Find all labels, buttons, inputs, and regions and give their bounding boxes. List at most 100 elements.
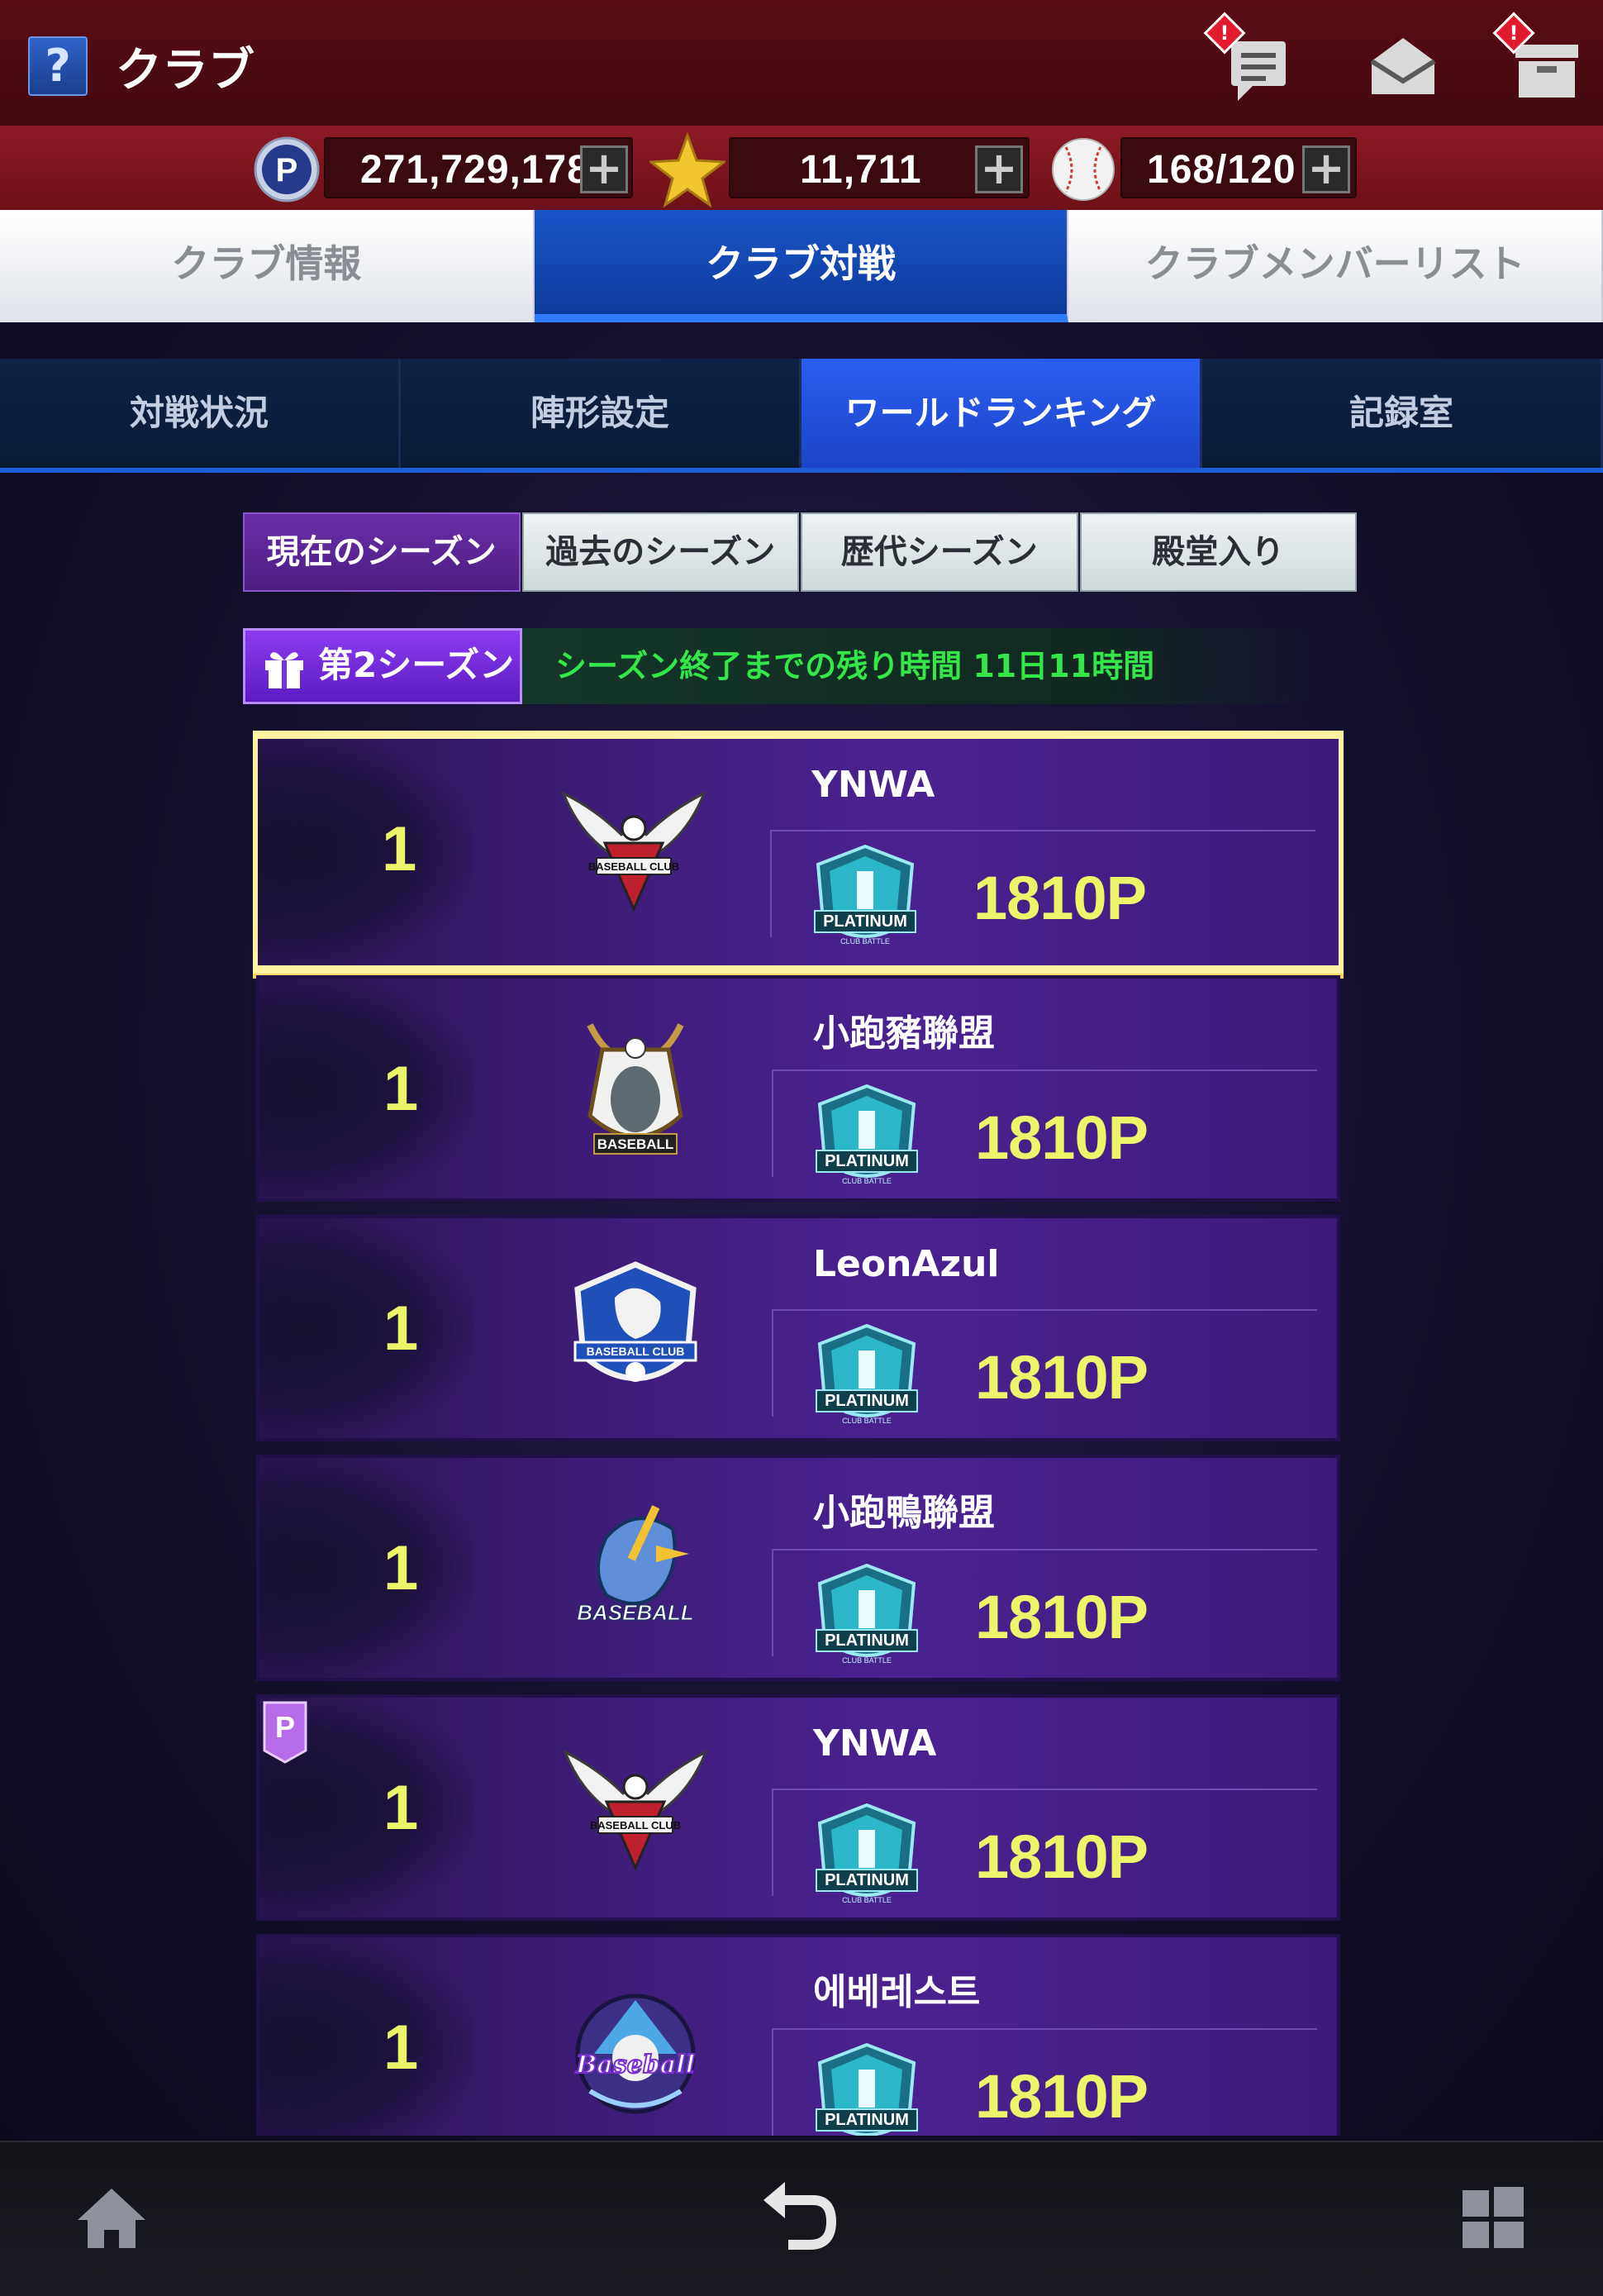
ranking-row[interactable]: P 1 BASEBALL CLUB YNWA PLATINUM CLUB BAT… <box>256 1694 1340 1921</box>
balls-value: 168/120 <box>1147 148 1296 192</box>
box-icon[interactable]: ! <box>1492 12 1586 106</box>
platinum-badge-icon: PLATINUM CLUB BATTLE <box>805 1321 929 1436</box>
mountain-logo[interactable]: Baseball <box>557 1975 714 2124</box>
page-title: クラブ <box>116 44 254 98</box>
club-points: 1810P <box>975 1822 1149 1891</box>
ranking-list: 1 BASEBALL CLUB YNWA PLATINUM CLUB BATTL… <box>253 731 1344 2136</box>
currency-bar: P 271,729,178 + 11,711 + 168/120 + <box>0 126 1603 210</box>
club-points: 1810P <box>975 1583 1149 1651</box>
row-divider-vertical <box>772 2028 773 2136</box>
row-brush-decoration <box>259 979 474 1198</box>
tier-label: PLATINUM <box>823 912 907 931</box>
club-name: 小跑豬聯盟 <box>813 1012 995 1055</box>
row-divider <box>772 2028 1317 2030</box>
points-value: 271,729,178 <box>360 148 590 192</box>
p-flag-label: P <box>275 1710 295 1744</box>
baseball-icon <box>1049 136 1117 203</box>
mail-icon[interactable] <box>1362 23 1444 106</box>
rank-number: 1 <box>383 1773 419 1843</box>
bottom-bar <box>0 2141 1603 2296</box>
tab-all-seasons[interactable]: 歴代シーズン <box>801 512 1078 592</box>
bird-logo[interactable]: BASEBALL <box>557 1496 714 1645</box>
tier-label: PLATINUM <box>825 1871 909 1889</box>
svg-text:P: P <box>276 152 298 188</box>
tier-sub-label: CLUB BATTLE <box>842 1656 892 1665</box>
club-name: LeonAzul <box>813 1243 1000 1285</box>
balls-plus-button[interactable]: + <box>1302 145 1350 193</box>
main-tabs: クラブ情報 クラブ対戦 クラブメンバーリスト <box>0 210 1603 322</box>
eagle-logo[interactable]: BASEBALL CLUB <box>555 777 712 926</box>
tier-sub-label: CLUB BATTLE <box>842 1417 892 1425</box>
top-header: ? クラブ ! ! <box>0 0 1603 126</box>
club-name: YNWA <box>811 764 935 806</box>
platinum-badge-icon: PLATINUM CLUB BATTLE <box>805 2040 929 2136</box>
rank-number: 1 <box>383 2013 419 2083</box>
tab-club-member-list[interactable]: クラブメンバーリスト <box>1068 210 1603 322</box>
tab-current-season[interactable]: 現在のシーズン <box>243 512 521 592</box>
season-tabs: 現在のシーズン 過去のシーズン 歴代シーズン 殿堂入り <box>243 512 1358 592</box>
rank-number: 1 <box>383 1533 419 1603</box>
platinum-badge-icon: PLATINUM CLUB BATTLE <box>805 1081 929 1197</box>
ranking-row[interactable]: 1 BASEBALL CLUB YNWA PLATINUM CLUB BATTL… <box>253 731 1344 974</box>
platinum-badge-icon: PLATINUM CLUB BATTLE <box>803 841 927 957</box>
ranking-row[interactable]: 1 BASEBALL 小跑豬聯盟 PLATINUM CLUB BATTLE 18… <box>256 975 1340 1202</box>
tier-label: PLATINUM <box>825 1152 909 1170</box>
help-button[interactable]: ? <box>28 36 88 96</box>
row-divider-vertical <box>770 830 772 937</box>
club-points: 1810P <box>975 2062 1149 2131</box>
menu-grid-icon[interactable] <box>1448 2172 1539 2263</box>
row-divider <box>772 1789 1317 1790</box>
stars-value: 11,711 <box>800 148 922 192</box>
platinum-badge-icon: PLATINUM CLUB BATTLE <box>805 1800 929 1916</box>
points-plus-button[interactable]: + <box>580 145 628 193</box>
row-divider <box>772 1549 1317 1551</box>
stars-plus-button[interactable]: + <box>975 145 1023 193</box>
p-flag-icon: P <box>263 1701 307 1764</box>
row-divider-vertical <box>772 1309 773 1417</box>
row-brush-decoration <box>259 1218 474 1438</box>
home-icon[interactable] <box>66 2172 157 2263</box>
tab-club-battle[interactable]: クラブ対戦 <box>534 210 1069 322</box>
chat-icon[interactable]: ! <box>1203 12 1297 106</box>
p-coin-icon: P <box>253 136 321 203</box>
tab-world-ranking[interactable]: ワールドランキング <box>802 359 1202 468</box>
season-badge-label: 第2シーズン <box>318 645 515 685</box>
row-divider <box>772 1069 1317 1071</box>
balls-counter: 168/120 + <box>1120 137 1357 198</box>
lion-logo[interactable]: BASEBALL CLUB <box>557 1256 714 1405</box>
tab-hall-of-fame[interactable]: 殿堂入り <box>1079 512 1357 592</box>
ranking-row[interactable]: 1 BASEBALL CLUB LeonAzul PLATINUM CLUB B… <box>256 1215 1340 1441</box>
row-divider <box>770 830 1315 831</box>
stars-counter: 11,711 + <box>729 137 1030 198</box>
tier-sub-label: CLUB BATTLE <box>842 1177 892 1185</box>
logo-text: BASEBALL <box>597 1136 674 1152</box>
club-points: 1810P <box>975 1343 1149 1412</box>
club-points: 1810P <box>975 1103 1149 1172</box>
tab-formation[interactable]: 陣形設定 <box>401 359 802 468</box>
ranking-row[interactable]: 1 Baseball 에베레스트 PLATINUM CLUB BATTLE 18… <box>256 1934 1340 2136</box>
sub-tabs: 対戦状況 陣形設定 ワールドランキング 記録室 <box>0 359 1603 473</box>
star-icon <box>647 131 728 208</box>
tier-label: PLATINUM <box>825 2111 909 2129</box>
club-points: 1810P <box>973 864 1147 932</box>
logo-text: Baseball <box>575 2051 695 2079</box>
row-brush-decoration <box>258 739 473 965</box>
back-icon[interactable] <box>752 2172 843 2263</box>
tab-records[interactable]: 記録室 <box>1202 359 1603 468</box>
rank-number: 1 <box>382 814 417 884</box>
eagle-logo[interactable]: BASEBALL CLUB <box>557 1736 714 1884</box>
tier-sub-label: CLUB BATTLE <box>840 937 890 946</box>
season-badge[interactable]: 第2シーズン <box>243 628 522 704</box>
row-divider <box>772 1309 1317 1311</box>
logo-text: BASEBALL <box>577 1600 694 1625</box>
row-brush-decoration <box>259 1937 474 2136</box>
rank-number: 1 <box>383 1054 419 1124</box>
tab-club-info[interactable]: クラブ情報 <box>0 210 535 322</box>
row-divider-vertical <box>772 1549 773 1656</box>
tier-sub-label: CLUB BATTLE <box>842 1896 892 1904</box>
ranking-row[interactable]: 1 BASEBALL 小跑鴨聯盟 PLATINUM CLUB BATTLE 18… <box>256 1455 1340 1681</box>
tab-battle-status[interactable]: 対戦状況 <box>0 359 401 468</box>
deer-logo[interactable]: BASEBALL <box>557 1017 714 1165</box>
tab-past-season[interactable]: 過去のシーズン <box>521 512 799 592</box>
club-name: 小跑鴨聯盟 <box>813 1492 995 1534</box>
